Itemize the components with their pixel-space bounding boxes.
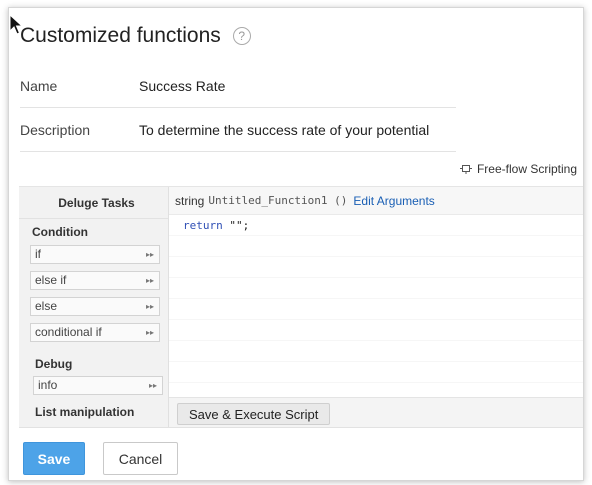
task-item-label: conditional if <box>35 325 102 339</box>
script-editor: Deluge Tasks Condition if ▸▸ else if ▸▸ … <box>19 186 583 427</box>
dialog-header: Customized functions ? <box>20 24 251 48</box>
name-row: Name Success Rate <box>20 64 456 108</box>
code-editor[interactable]: return ""; <box>169 215 583 397</box>
code-text: ""; <box>222 219 250 232</box>
task-item-label: else if <box>35 273 67 287</box>
list-manipulation-group-title: List manipulation <box>35 405 135 419</box>
debug-group-title: Debug <box>35 357 73 371</box>
return-type: string <box>175 193 205 208</box>
function-signature: string Untitled_Function1 () Edit Argume… <box>169 187 583 215</box>
code-panel: string Untitled_Function1 () Edit Argume… <box>169 187 583 427</box>
task-item-if[interactable]: if ▸▸ <box>30 245 160 264</box>
function-name: Untitled_Function1 () <box>208 194 348 207</box>
drag-arrow-icon: ▸▸ <box>145 250 154 259</box>
description-label: Description <box>20 121 91 138</box>
free-flow-scripting-toggle[interactable]: Free-flow Scripting <box>459 162 577 176</box>
description-row: Description To determine the success rat… <box>20 108 456 152</box>
task-item-label: if <box>35 247 41 261</box>
edit-arguments-link[interactable]: Edit Arguments <box>353 194 434 208</box>
task-item-conditional-if[interactable]: conditional if ▸▸ <box>30 323 160 342</box>
save-execute-script-button[interactable]: Save & Execute Script <box>177 403 331 425</box>
save-button[interactable]: Save <box>23 442 85 475</box>
task-item-label: info <box>38 378 58 392</box>
cancel-button[interactable]: Cancel <box>103 442 178 475</box>
task-item-info[interactable]: info ▸▸ <box>33 376 163 395</box>
dialog-title: Customized functions <box>20 24 221 47</box>
mouse-pointer-icon <box>9 14 24 35</box>
deluge-tasks-header: Deluge Tasks <box>19 187 168 219</box>
task-item-else-if[interactable]: else if ▸▸ <box>30 271 160 290</box>
task-item-label: else <box>35 299 58 313</box>
condition-group-title: Condition <box>32 225 88 239</box>
footer-divider <box>19 427 583 428</box>
script-mode-icon <box>459 165 472 174</box>
code-keyword: return <box>183 219 223 232</box>
name-label: Name <box>20 77 58 94</box>
drag-arrow-icon: ▸▸ <box>145 328 154 337</box>
help-icon[interactable]: ? <box>232 27 251 45</box>
task-item-else[interactable]: else ▸▸ <box>30 297 160 316</box>
customized-functions-dialog: Customized functions ? Name Success Rate… <box>8 7 584 481</box>
drag-arrow-icon: ▸▸ <box>148 381 157 390</box>
code-footer: Save & Execute Script <box>169 397 583 427</box>
description-field[interactable]: To determine the success rate of your po… <box>139 122 429 138</box>
free-flow-scripting-label: Free-flow Scripting <box>476 162 577 176</box>
drag-arrow-icon: ▸▸ <box>145 302 154 311</box>
deluge-tasks-panel: Deluge Tasks Condition if ▸▸ else if ▸▸ … <box>19 187 169 427</box>
drag-arrow-icon: ▸▸ <box>145 276 154 285</box>
name-field[interactable]: Success Rate <box>139 78 225 94</box>
